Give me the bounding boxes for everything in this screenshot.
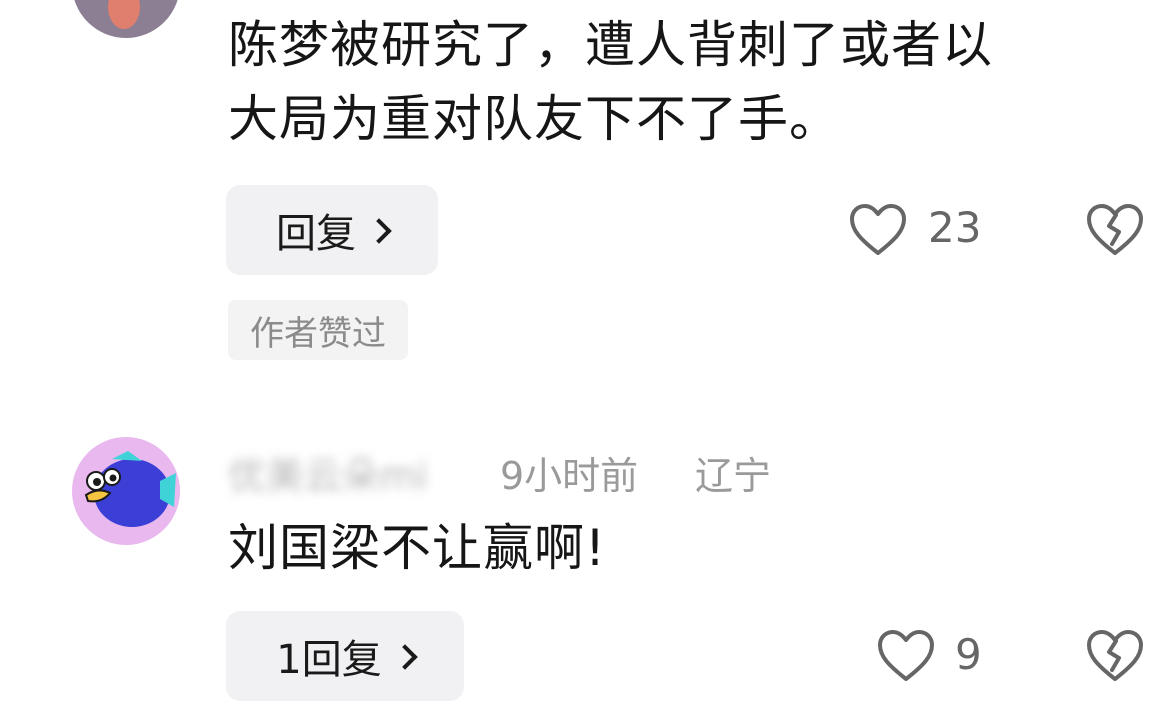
heart-outline-icon	[878, 630, 934, 681]
like-button[interactable]	[848, 202, 908, 258]
reply-button-label: 回复	[276, 211, 356, 257]
broken-heart-icon	[1087, 204, 1143, 255]
avatar[interactable]	[72, 437, 180, 545]
like-count: 23	[928, 203, 982, 252]
comment-text-line: 陈梦被研究了，遭人背刺了或者以	[228, 16, 993, 74]
chevron-right-icon	[391, 644, 418, 670]
comment-text: 刘国梁不让赢啊!	[228, 519, 607, 577]
avatar[interactable]	[72, 0, 180, 38]
author-liked-badge-label: 作者赞过	[250, 313, 386, 354]
comment-text-line: 大局为重对队友下不了手。	[228, 90, 840, 148]
reply-button[interactable]: 1回复	[226, 611, 464, 701]
fish-avatar-icon	[84, 451, 176, 527]
comment-time: 9小时前	[500, 454, 639, 498]
comment-text: 陈梦被研究了，遭人背刺了或者以 大局为重对队友下不了手。	[228, 8, 1158, 156]
author-liked-badge: 作者赞过	[228, 300, 408, 360]
like-count: 9	[955, 630, 982, 679]
dislike-button[interactable]	[1085, 628, 1145, 684]
broken-heart-icon	[1087, 630, 1143, 681]
username[interactable]: 优美云朵mi	[228, 445, 428, 500]
reply-button-label: 1回复	[276, 637, 382, 683]
avatar-figure	[108, 0, 140, 29]
dislike-button[interactable]	[1085, 202, 1145, 258]
heart-outline-icon	[850, 204, 906, 255]
comment-location: 辽宁	[695, 454, 772, 498]
reply-button[interactable]: 回复	[226, 185, 438, 275]
like-button[interactable]	[876, 628, 936, 684]
chevron-right-icon	[366, 218, 392, 244]
